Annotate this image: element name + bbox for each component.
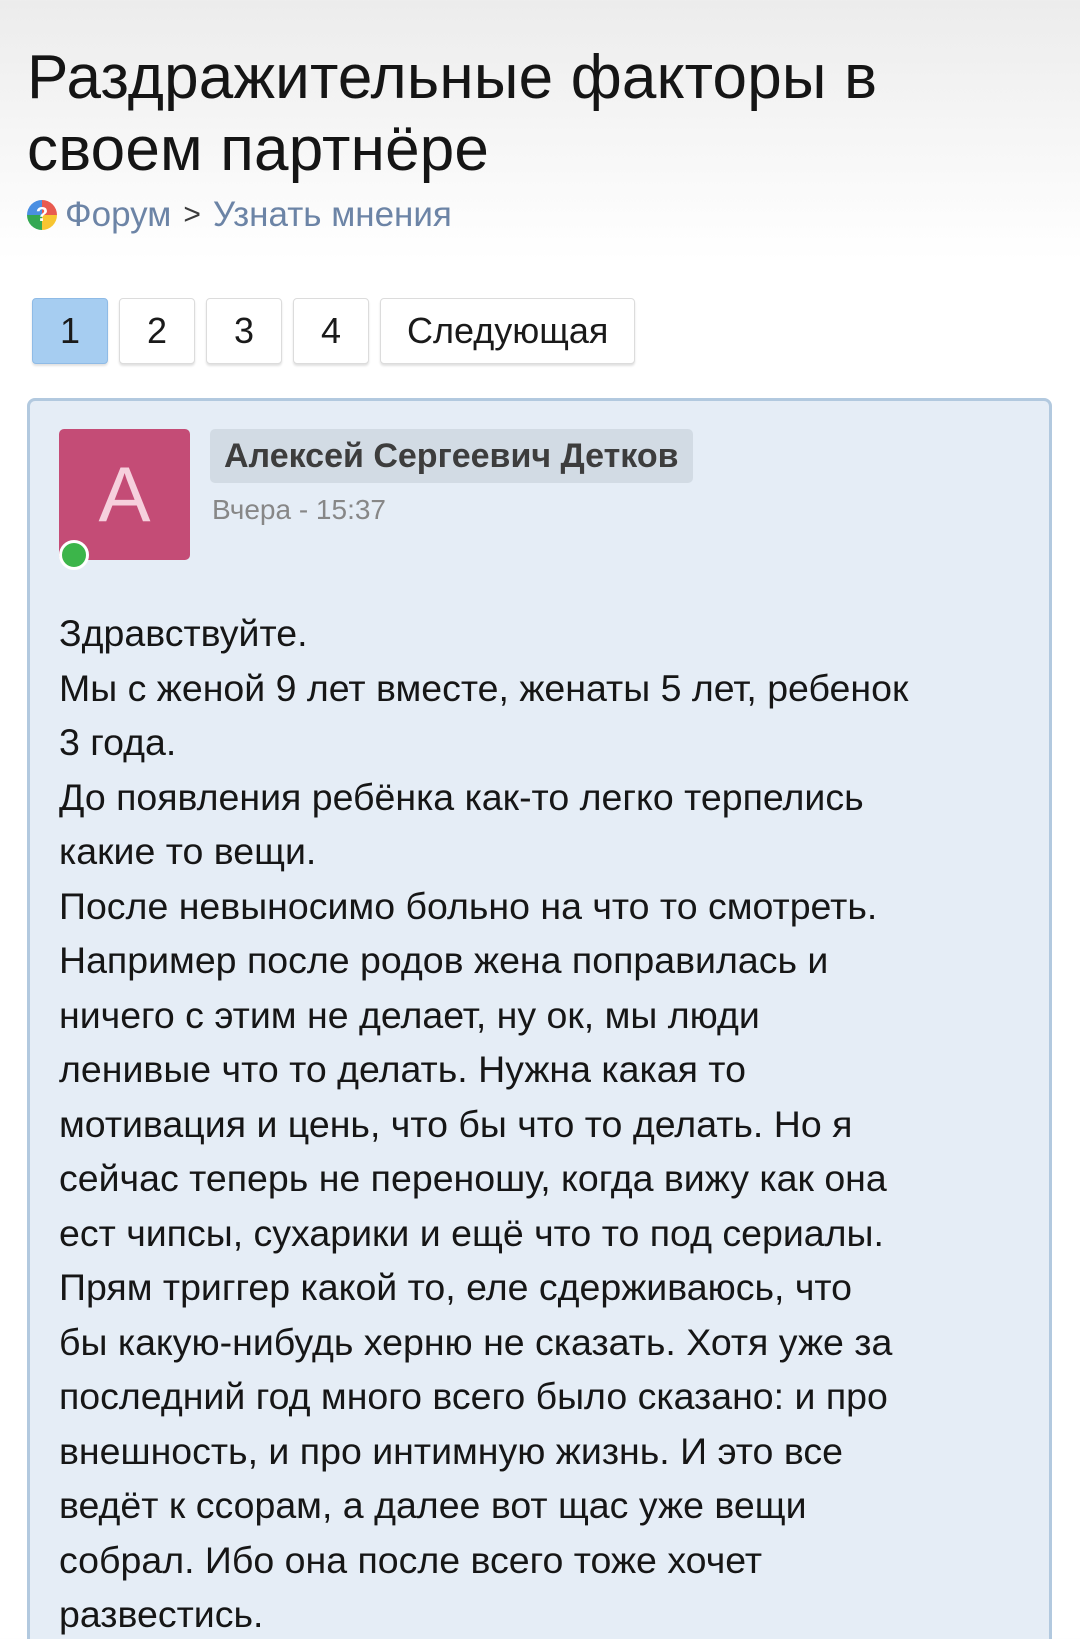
online-status-indicator (59, 540, 89, 570)
post-text-line: Например после родов жена поправилась и (59, 939, 829, 981)
page-title-line-2: своем партнёре (27, 115, 490, 184)
breadcrumb: ? Форум > Узнать мнения (27, 193, 452, 237)
post-text-line: 3 года. (59, 721, 177, 763)
next-page-button[interactable]: Следующая (380, 298, 636, 364)
breadcrumb-section-link[interactable]: Узнать мнения (213, 195, 452, 235)
post-text-line: сейчас теперь не переношу, когда вижу ка… (59, 1157, 887, 1199)
question-icon: ? (27, 200, 57, 230)
post-text-line: Мы с женой 9 лет вместе, женаты 5 лет, р… (59, 666, 909, 709)
post-text-line: После невыносимо больно на что то смотре… (59, 884, 878, 927)
post-text-line: бы какую-нибудь херню не сказать. Хотя у… (59, 1320, 893, 1363)
post-text-line: какие то вещи. (59, 830, 317, 872)
page-title: Раздражительные факторы в своем партнёре (27, 42, 1037, 186)
page-button-4[interactable]: 4 (293, 298, 369, 364)
post-text-line: развестись. (59, 1593, 264, 1635)
page-title-line-1: Раздражительные факторы в (27, 43, 878, 112)
post-text-line: последний год много всего было сказано: … (59, 1375, 888, 1417)
breadcrumb-forum-link[interactable]: Форум (65, 195, 171, 235)
post-text-line: ленивые что то делать. Нужна какая то (59, 1048, 746, 1090)
post-text-line: собрал. Ибо она после всего тоже хочет (59, 1538, 763, 1581)
post-text-line: ест чипсы, сухарики и ещё что то под сер… (59, 1211, 884, 1254)
author-name[interactable]: Алексей Сергеевич Детков (210, 429, 693, 483)
post-text-line: мотивация и цень, что бы что то делать. … (59, 1102, 853, 1145)
page-button-2[interactable]: 2 (119, 298, 195, 364)
post-body: Здравствуйте. Мы с женой 9 лет вместе, ж… (59, 606, 1009, 1639)
page-button-1[interactable]: 1 (32, 298, 108, 364)
post-timestamp: Вчера - 15:37 (212, 494, 387, 525)
pagination: 1 2 3 4 Следующая (32, 298, 636, 364)
post-text-line: ничего с этим не делает, ну ок, мы люди (59, 993, 760, 1036)
post-text-line: Здравствуйте. (59, 612, 308, 654)
post-text-line: До появления ребёнка как-то легко терпел… (59, 775, 864, 818)
breadcrumb-separator: > (183, 198, 201, 231)
page-button-3[interactable]: 3 (206, 298, 282, 364)
forum-post: А Алексей Сергеевич Детков Вчера - 15:37… (27, 398, 1052, 1639)
post-text-line: Прям триггер какой то, еле сдерживаюсь, … (59, 1266, 853, 1308)
post-text-line: ведёт к ссорам, а далее вот щас уже вещи (59, 1484, 807, 1526)
post-text-line: внешность, и про интимную жизнь. И это в… (59, 1429, 843, 1472)
